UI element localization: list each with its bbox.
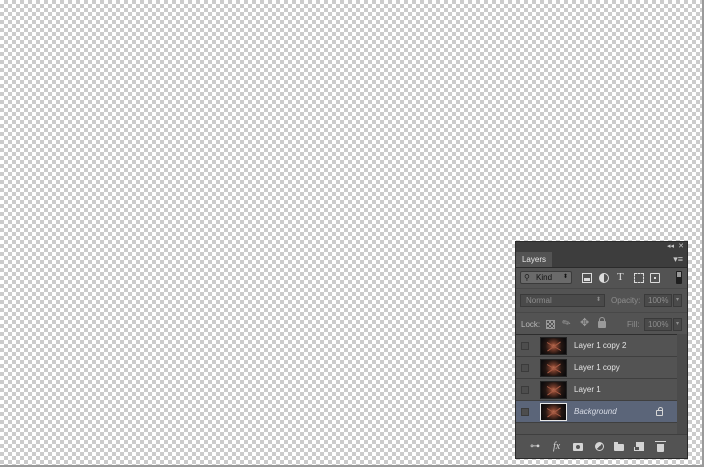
pixel-filter-icon[interactable] [582,273,592,283]
delete-layer-icon[interactable] [655,441,666,452]
close-panel-icon[interactable]: ✕ [678,242,684,252]
layers-bottom-toolbar: ⊶ fx [516,434,687,458]
new-group-icon[interactable] [614,442,624,451]
layers-panel: ◂◂ ✕ Layers ▾≡ ⚲ Kind ⬍ T Normal ⬍ Opaci… [515,241,688,459]
layer-style-icon[interactable]: fx [553,441,560,452]
lock-position-icon[interactable]: ✥ [580,317,589,329]
filter-toggle-switch[interactable] [676,271,682,284]
layers-list: Layer 1 copy 2 Layer 1 copy Layer 1 Back… [516,334,677,423]
shape-filter-icon[interactable] [634,273,644,283]
layer-name: Layer 1 copy [574,363,620,372]
layer-row-background[interactable]: Background [516,401,677,423]
link-layers-icon[interactable]: ⊶ [530,441,540,452]
type-filter-icon[interactable]: T [617,271,624,283]
layer-thumbnail [540,403,567,421]
smart-object-filter-icon[interactable] [650,273,660,283]
lock-label: Lock: [521,320,541,329]
blend-mode-value: Normal [526,296,552,305]
panel-menu-icon[interactable]: ▾≡ [673,254,683,264]
opacity-dropdown-icon[interactable]: ▾ [673,294,682,307]
layer-row[interactable]: Layer 1 copy [516,357,677,379]
blend-mode-select[interactable]: Normal ⬍ [520,294,605,307]
lock-transparent-pixels-icon[interactable] [546,320,555,329]
layer-name: Layer 1 [574,385,601,394]
lock-image-pixels-icon[interactable]: ✎ [561,317,574,332]
lock-all-icon[interactable] [598,317,606,328]
layer-row[interactable]: Layer 1 copy 2 [516,335,677,357]
layer-name: Background [574,407,617,416]
search-icon: ⚲ [524,273,530,282]
tab-layers[interactable]: Layers [516,252,552,267]
panel-tab-row: Layers ▾≡ [516,252,687,268]
fill-label: Fill: [627,320,640,329]
blend-row: Normal ⬍ Opacity: 100% ▾ [516,288,687,312]
layers-scrollbar[interactable] [677,334,687,434]
filter-row: ⚲ Kind ⬍ T [516,268,687,288]
layer-name: Layer 1 copy 2 [574,341,627,350]
layer-thumbnail [540,381,567,399]
layer-thumbnail [540,337,567,355]
filter-kind-select[interactable]: ⚲ Kind ⬍ [520,271,572,284]
select-arrows-icon: ⬍ [562,274,568,280]
layer-thumbnail [540,359,567,377]
opacity-field[interactable]: 100% [644,294,672,307]
adjustment-filter-icon[interactable] [599,273,609,283]
layer-row[interactable]: Layer 1 [516,379,677,401]
visibility-toggle[interactable] [521,408,529,416]
fill-dropdown-icon[interactable]: ▾ [673,318,682,331]
visibility-toggle[interactable] [521,342,529,350]
lock-icon [656,407,663,416]
fill-field[interactable]: 100% [644,318,672,331]
visibility-toggle[interactable] [521,386,529,394]
lock-row: Lock: ✎ ✥ Fill: 100% ▾ [516,312,687,335]
new-layer-icon[interactable] [634,442,644,451]
opacity-label: Opacity: [611,296,641,305]
panel-title-strip: ◂◂ ✕ [516,242,687,252]
filter-kind-label: Kind [536,273,553,282]
collapse-panel-icon[interactable]: ◂◂ [667,242,674,252]
visibility-toggle[interactable] [521,364,529,372]
select-arrows-icon: ⬍ [595,297,601,303]
add-mask-icon[interactable] [573,443,583,451]
new-adjustment-layer-icon[interactable] [595,442,604,451]
